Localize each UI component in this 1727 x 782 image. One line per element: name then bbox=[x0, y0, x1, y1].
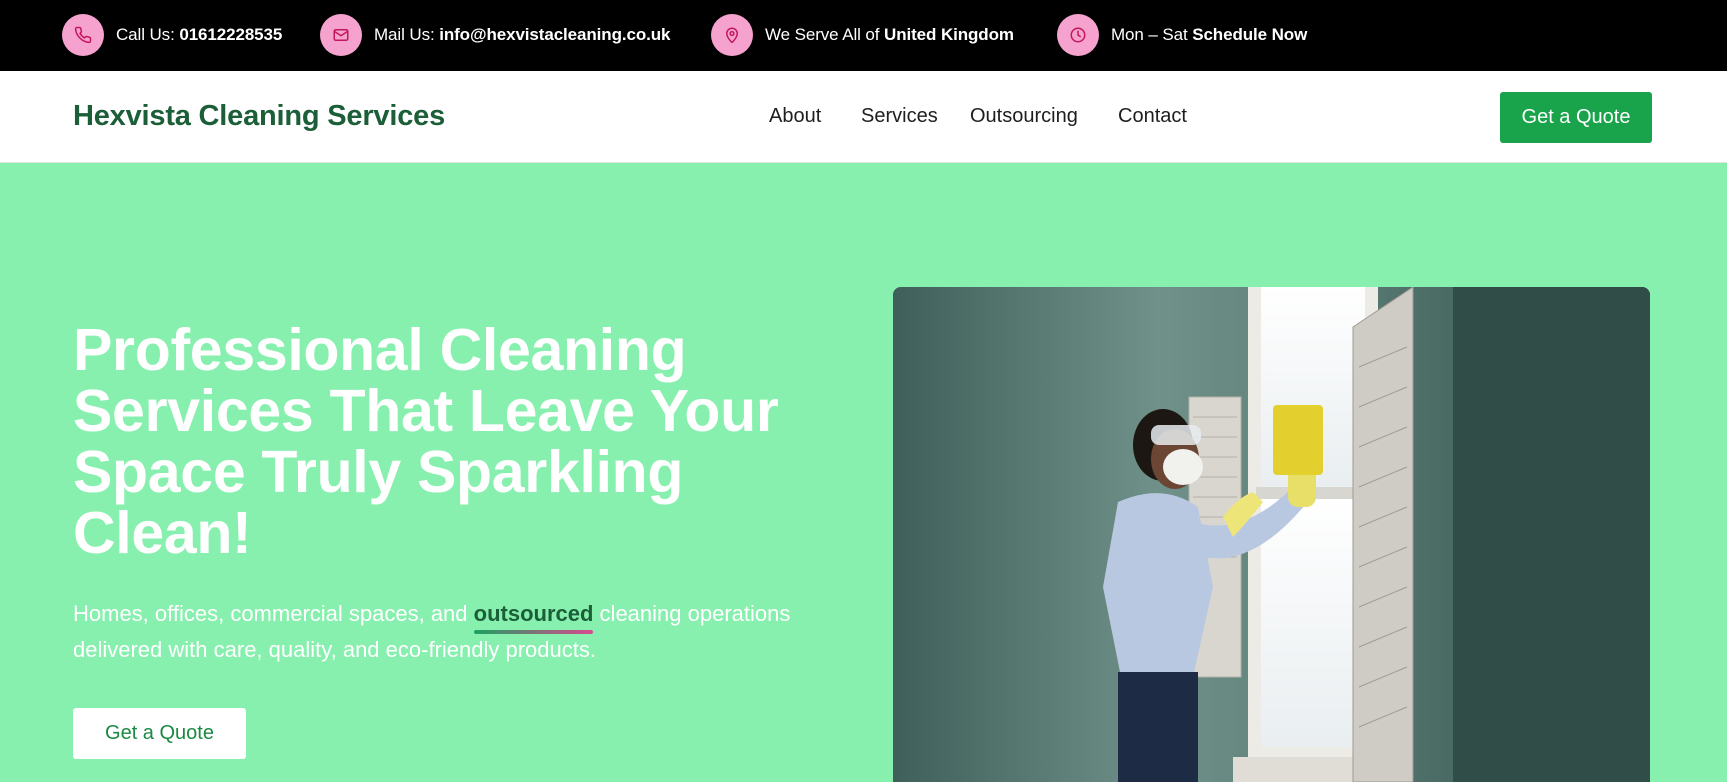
area-value: United Kingdom bbox=[884, 25, 1014, 44]
mail-icon bbox=[320, 14, 362, 56]
hero-subtitle-start: Homes, offices, commercial spaces, and bbox=[73, 601, 474, 626]
mail-contact[interactable]: Mail Us: info@hexvistacleaning.co.uk bbox=[320, 13, 670, 57]
outsourced-highlight[interactable]: outsourced bbox=[473, 596, 593, 634]
area-label: We Serve All of bbox=[765, 25, 880, 44]
phone-icon bbox=[62, 14, 104, 56]
opening-hours[interactable]: Mon – Sat Schedule Now bbox=[1057, 13, 1307, 57]
hero-subtitle: Homes, offices, commercial spaces, and o… bbox=[73, 596, 833, 668]
phone-number[interactable]: 01612228535 bbox=[179, 25, 282, 44]
nav-link-services[interactable]: Services bbox=[861, 105, 938, 128]
mail-address[interactable]: info@hexvistacleaning.co.uk bbox=[439, 25, 670, 44]
clock-icon bbox=[1057, 14, 1099, 56]
phone-contact[interactable]: Call Us: 01612228535 bbox=[62, 13, 282, 57]
get-quote-button-hero[interactable]: Get a Quote bbox=[73, 708, 246, 759]
nav-link-about[interactable]: About bbox=[769, 105, 821, 128]
nav-link-contact[interactable]: Contact bbox=[1118, 105, 1187, 128]
location-pin-icon bbox=[711, 14, 753, 56]
hours-label: Mon – Sat bbox=[1111, 25, 1188, 44]
top-contact-bar: Call Us: 01612228535 Mail Us: info@hexvi… bbox=[0, 0, 1727, 71]
phone-label: Call Us: bbox=[116, 25, 175, 44]
mail-label: Mail Us: bbox=[374, 25, 435, 44]
main-navbar: Hexvista Cleaning Services About Service… bbox=[0, 71, 1727, 163]
nav-link-outsourcing[interactable]: Outsourcing bbox=[970, 105, 1078, 128]
site-logo[interactable]: Hexvista Cleaning Services bbox=[73, 100, 445, 133]
get-quote-button-nav[interactable]: Get a Quote bbox=[1500, 92, 1652, 143]
schedule-now-link[interactable]: Schedule Now bbox=[1192, 25, 1307, 44]
service-area: We Serve All of United Kingdom bbox=[711, 13, 1014, 57]
hero-cleaning-photo bbox=[893, 287, 1650, 782]
hero-title: Professional Cleaning Services That Leav… bbox=[73, 317, 779, 566]
